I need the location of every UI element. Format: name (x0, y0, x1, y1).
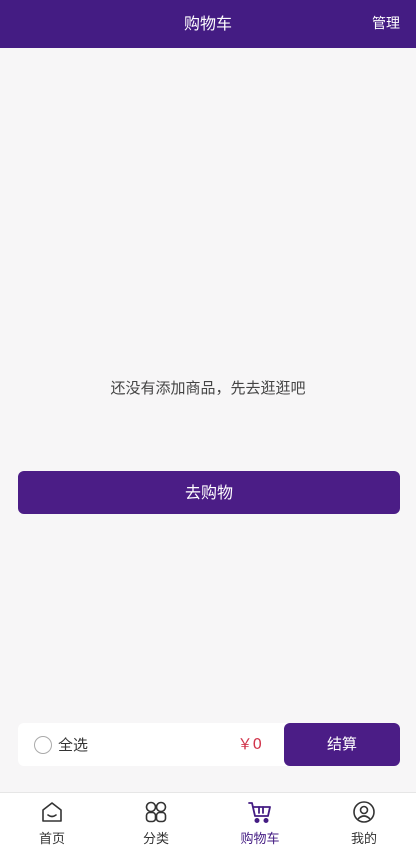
top-bar: 购物车 管理 (0, 0, 416, 48)
home-icon (42, 802, 62, 822)
total-price: ￥0 (237, 735, 262, 753)
page-title: 购物车 (183, 14, 232, 33)
tab-home-label: 首页 (38, 832, 65, 847)
tab-cart[interactable]: 购物车 (208, 793, 312, 848)
category-icon (145, 801, 167, 823)
cart-icon (248, 802, 271, 823)
tab-category[interactable]: 分类 (104, 793, 208, 848)
tab-home[interactable]: 首页 (0, 793, 104, 848)
empty-cart-message: 还没有添加商品，先去逛逛吧 (110, 379, 306, 397)
manage-button[interactable]: 管理 (372, 0, 400, 48)
checkout-bar: 全选 ￥0 结算 (18, 723, 400, 766)
tab-cart-label: 购物车 (240, 832, 280, 847)
go-shopping-button[interactable]: 去购物 (18, 471, 400, 514)
tab-profile[interactable]: 我的 (312, 793, 416, 848)
select-all-toggle[interactable]: 全选 (34, 723, 88, 766)
tab-profile-label: 我的 (350, 832, 377, 847)
tab-category-label: 分类 (142, 832, 169, 847)
checkout-button[interactable]: 结算 (284, 723, 400, 766)
select-all-radio[interactable] (34, 735, 52, 754)
bottom-tab-bar: 首页 分类 购物车 我的 (0, 792, 416, 848)
select-all-label: 全选 (58, 736, 89, 754)
profile-icon (353, 801, 375, 823)
